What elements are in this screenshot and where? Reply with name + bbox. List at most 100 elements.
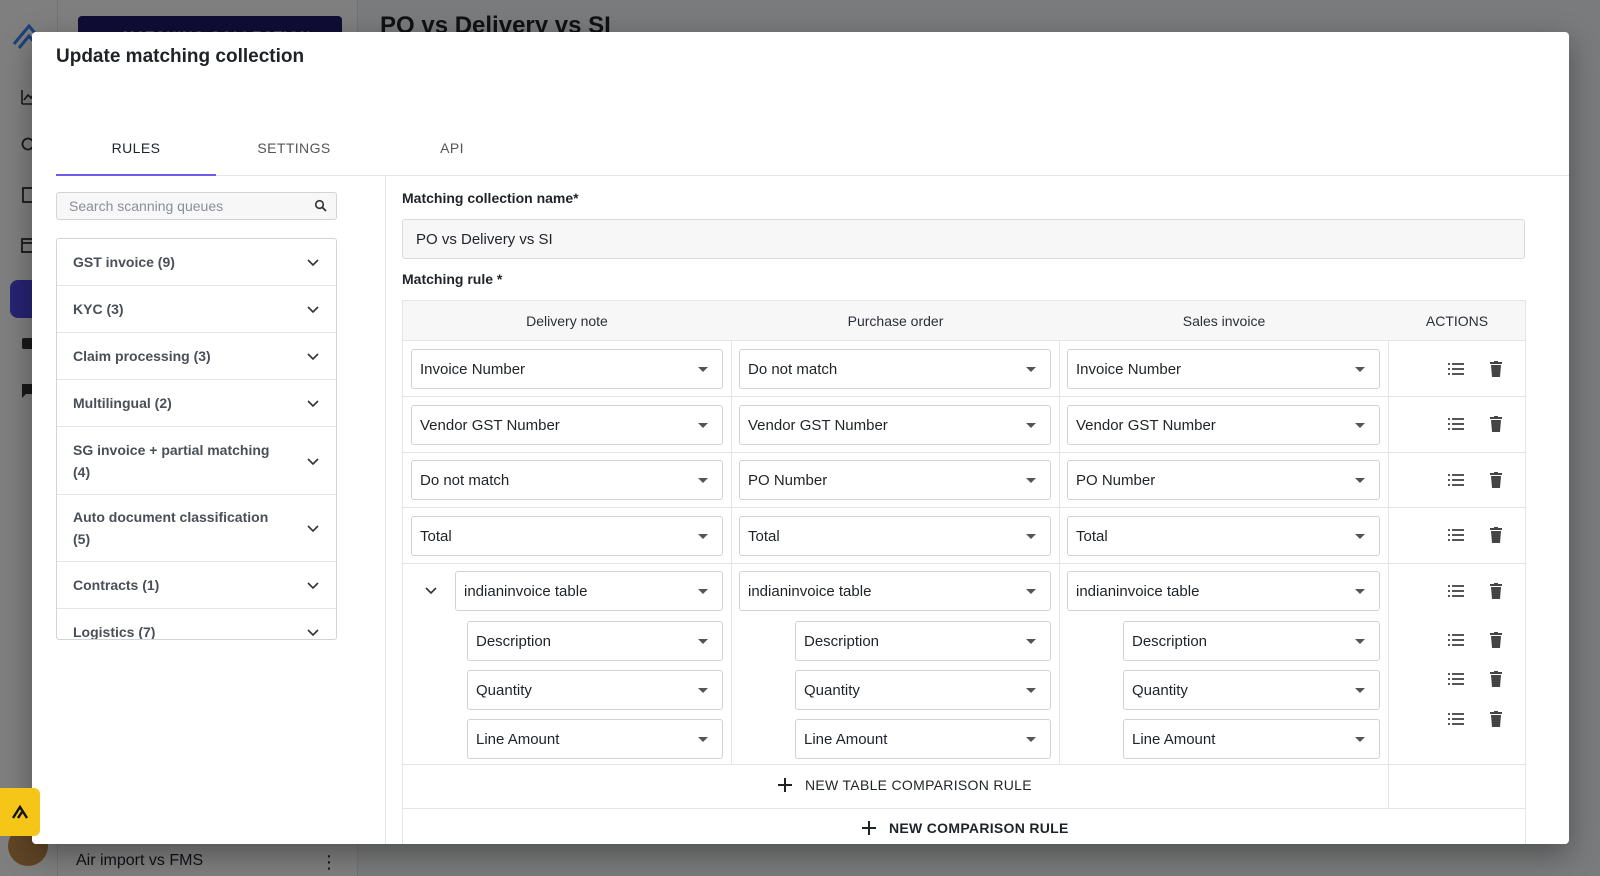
queue-item-contracts[interactable]: Contracts (1) (57, 562, 336, 609)
column-divider (731, 301, 732, 764)
chevron-down-icon[interactable] (423, 582, 439, 598)
dropdown-caret-icon (1026, 423, 1036, 428)
table-column-3-sales-select[interactable]: Line Amount (1123, 719, 1380, 759)
list-icon[interactable] (1446, 470, 1466, 490)
list-icon[interactable] (1446, 709, 1466, 729)
table-column-1-delivery-select[interactable]: Description (467, 621, 723, 661)
table-column-3-delivery-select[interactable]: Line Amount (467, 719, 723, 759)
trash-icon[interactable] (1486, 414, 1506, 434)
select-value: Do not match (420, 471, 510, 489)
dropdown-caret-icon (1026, 737, 1036, 742)
trash-icon[interactable] (1486, 359, 1506, 379)
select-value: Description (476, 632, 552, 650)
select-value: Total (1076, 527, 1108, 545)
select-value: Do not match (748, 360, 838, 378)
queue-item-multilingual[interactable]: Multilingual (2) (57, 380, 336, 427)
brand-chevron-icon (11, 804, 29, 819)
queue-item-claim-processing[interactable]: Claim processing (3) (57, 333, 336, 380)
collection-name-label: Matching collection name* (402, 190, 579, 206)
rule-4-purchase-select[interactable]: Total (739, 516, 1051, 556)
plus-icon (778, 778, 792, 792)
column-header-purchase-order: Purchase order (847, 313, 944, 329)
dropdown-caret-icon (698, 589, 708, 594)
select-value: Vendor GST Number (420, 416, 560, 434)
rule-3-sales-select[interactable]: PO Number (1067, 460, 1380, 500)
rule-4-delivery-select[interactable]: Total (411, 516, 723, 556)
tab-rules[interactable]: RULES (56, 120, 216, 176)
rule-1-sales-select[interactable]: Invoice Number (1067, 349, 1380, 389)
trash-icon[interactable] (1486, 709, 1506, 729)
rule-2-sales-select[interactable]: Vendor GST Number (1067, 405, 1380, 445)
list-icon[interactable] (1446, 630, 1466, 650)
table-rule-sales-select[interactable]: indianinvoice table (1067, 571, 1380, 611)
trash-icon[interactable] (1486, 470, 1506, 490)
update-collection-modal: Update matching collection RULES SETTING… (32, 32, 1569, 844)
rule-2-delivery-select[interactable]: Vendor GST Number (411, 405, 723, 445)
column-header-delivery-note: Delivery note (526, 313, 608, 329)
dropdown-caret-icon (698, 367, 708, 372)
list-icon[interactable] (1446, 359, 1466, 379)
select-value: Vendor GST Number (1076, 416, 1216, 434)
collection-name-input[interactable] (402, 219, 1525, 259)
button-label: NEW TABLE COMPARISON RULE (805, 777, 1032, 793)
tab-api[interactable]: API (372, 120, 532, 176)
table-column-1-purchase-select[interactable]: Description (795, 621, 1051, 661)
list-icon[interactable] (1446, 669, 1466, 689)
rule-2-purchase-select[interactable]: Vendor GST Number (739, 405, 1051, 445)
trash-icon[interactable] (1486, 581, 1506, 601)
rule-1-delivery-select[interactable]: Invoice Number (411, 349, 723, 389)
select-value: indianinvoice table (464, 582, 588, 600)
trash-icon[interactable] (1486, 669, 1506, 689)
search-icon[interactable] (314, 199, 328, 213)
column-divider (1388, 301, 1389, 808)
dropdown-caret-icon (1355, 688, 1365, 693)
chevron-down-icon (307, 457, 319, 465)
select-value: Quantity (1132, 681, 1188, 699)
queue-item-gst-invoice[interactable]: GST invoice (9) (57, 239, 336, 286)
scanning-queues-panel: GST invoice (9) KYC (3) Claim processing… (56, 176, 386, 844)
tab-settings[interactable]: SETTINGS (214, 120, 374, 176)
new-table-comparison-rule-button[interactable]: NEW TABLE COMPARISON RULE (777, 777, 1032, 793)
select-value: Vendor GST Number (748, 416, 888, 434)
row-divider (403, 764, 1525, 765)
column-header-actions: ACTIONS (1425, 313, 1489, 329)
queue-item-logistics[interactable]: Logistics (7) (57, 609, 336, 639)
table-rule-delivery-select[interactable]: indianinvoice table (455, 571, 723, 611)
select-value: indianinvoice table (748, 582, 872, 600)
select-value: PO Number (1076, 471, 1156, 489)
rule-3-delivery-select[interactable]: Do not match (411, 460, 723, 500)
help-widget-button[interactable] (0, 788, 40, 836)
select-value: Total (420, 527, 452, 545)
trash-icon[interactable] (1486, 630, 1506, 650)
table-column-2-sales-select[interactable]: Quantity (1123, 670, 1380, 710)
queue-label: SG invoice + partial matching (4) (73, 441, 270, 480)
rule-1-purchase-select[interactable]: Do not match (739, 349, 1051, 389)
select-value: Quantity (804, 681, 860, 699)
table-column-2-purchase-select[interactable]: Quantity (795, 670, 1051, 710)
table-column-1-sales-select[interactable]: Description (1123, 621, 1380, 661)
rule-4-sales-select[interactable]: Total (1067, 516, 1380, 556)
chevron-down-icon (307, 525, 319, 533)
queue-item-auto-classification[interactable]: Auto document classification (5) (57, 495, 336, 562)
dropdown-caret-icon (698, 737, 708, 742)
queue-item-sg-invoice[interactable]: SG invoice + partial matching (4) (57, 427, 336, 495)
list-icon[interactable] (1446, 581, 1466, 601)
list-icon[interactable] (1446, 525, 1466, 545)
dropdown-caret-icon (1026, 639, 1036, 644)
table-rule-purchase-select[interactable]: indianinvoice table (739, 571, 1051, 611)
table-column-3-purchase-select[interactable]: Line Amount (795, 719, 1051, 759)
table-column-2-delivery-select[interactable]: Quantity (467, 670, 723, 710)
queue-label: KYC (3) (73, 301, 124, 317)
trash-icon[interactable] (1486, 525, 1506, 545)
column-header-sales-invoice: Sales invoice (1182, 313, 1266, 329)
new-comparison-rule-button[interactable]: NEW COMPARISON RULE (861, 820, 1069, 836)
dropdown-caret-icon (1026, 367, 1036, 372)
select-value: Line Amount (804, 730, 888, 748)
modal-title: Update matching collection (56, 46, 305, 67)
list-icon[interactable] (1446, 414, 1466, 434)
queue-item-kyc[interactable]: KYC (3) (57, 286, 336, 333)
dropdown-caret-icon (1026, 534, 1036, 539)
search-input[interactable] (67, 197, 307, 215)
select-value: Description (1132, 632, 1208, 650)
rule-3-purchase-select[interactable]: PO Number (739, 460, 1051, 500)
